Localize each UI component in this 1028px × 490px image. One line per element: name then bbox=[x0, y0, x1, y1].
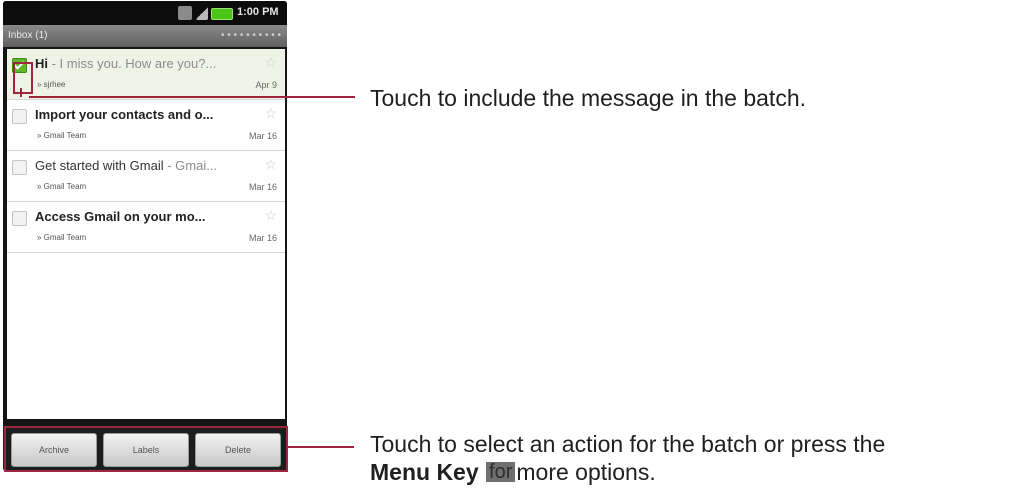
action-bar-annotation-line2: Menu Key for more options. bbox=[370, 459, 656, 486]
star-icon[interactable]: ☆ bbox=[264, 105, 277, 122]
checkbox-annotation: Touch to include the message in the batc… bbox=[370, 85, 807, 111]
signal-icon bbox=[196, 6, 208, 20]
message-subject: Get started with Gmail - Gmai... bbox=[35, 158, 255, 173]
action-bar-callout-line bbox=[286, 446, 354, 448]
checkbox-callout-box bbox=[13, 62, 33, 94]
checkbox-callout-stem bbox=[20, 88, 22, 97]
action-bar-callout-box bbox=[4, 426, 288, 472]
subject-text: Import your contacts and o... bbox=[35, 107, 214, 122]
star-icon[interactable]: ☆ bbox=[264, 207, 277, 224]
checkbox-callout-line bbox=[29, 96, 355, 98]
message-list: Hi - I miss you. How are you?... ☆ » sjr… bbox=[7, 49, 285, 419]
message-row-2[interactable]: Import your contacts and o... ☆ » Gmail … bbox=[7, 100, 285, 151]
message-row-1[interactable]: Hi - I miss you. How are you?... ☆ » sjr… bbox=[7, 49, 285, 100]
message-date: Mar 16 bbox=[248, 182, 277, 192]
more-options-text: more options. bbox=[516, 459, 656, 485]
message-sender: » sjrhee bbox=[37, 80, 66, 89]
message-date: Mar 16 bbox=[248, 131, 277, 141]
menu-key-icon: for bbox=[486, 462, 516, 482]
message-checkbox[interactable] bbox=[12, 109, 27, 124]
message-row-3[interactable]: Get started with Gmail - Gmai... ☆ » Gma… bbox=[7, 151, 285, 202]
subject-text: Get started with Gmail bbox=[35, 158, 164, 173]
notification-icon bbox=[178, 6, 192, 20]
status-bar: 1:00 PM bbox=[3, 1, 287, 25]
message-date: Mar 16 bbox=[248, 233, 277, 243]
subject-text: Access Gmail on your mo... bbox=[35, 209, 206, 224]
phone-screen: 1:00 PM Inbox (1) • • • • • • • • • • Hi… bbox=[3, 1, 287, 471]
battery-icon bbox=[211, 8, 233, 20]
message-checkbox[interactable] bbox=[12, 160, 27, 175]
menu-key-label: Menu Key bbox=[370, 459, 479, 485]
message-sender: » Gmail Team bbox=[37, 233, 87, 242]
message-subject: Access Gmail on your mo... bbox=[35, 209, 255, 224]
star-icon[interactable]: ☆ bbox=[264, 54, 277, 71]
star-icon[interactable]: ☆ bbox=[264, 156, 277, 173]
message-sender: » Gmail Team bbox=[37, 182, 87, 191]
snippet-text: - Gmai... bbox=[163, 158, 218, 173]
status-time: 1:00 PM bbox=[237, 6, 279, 18]
message-row-4[interactable]: Access Gmail on your mo... ☆ » Gmail Tea… bbox=[7, 202, 285, 253]
message-subject: Hi - I miss you. How are you?... bbox=[35, 56, 255, 71]
message-subject: Import your contacts and o... bbox=[35, 107, 255, 122]
account-name: • • • • • • • • • • bbox=[220, 30, 281, 41]
subject-text: Hi bbox=[35, 56, 48, 71]
message-date: Apr 9 bbox=[255, 80, 277, 90]
action-bar-annotation-line1: Touch to select an action for the batch … bbox=[370, 431, 886, 457]
inbox-title-bar: Inbox (1) • • • • • • • • • • bbox=[3, 25, 287, 47]
message-sender: » Gmail Team bbox=[37, 131, 87, 140]
snippet-text: - I miss you. How are you?... bbox=[48, 56, 217, 71]
inbox-title: Inbox (1) bbox=[8, 30, 48, 41]
message-checkbox[interactable] bbox=[12, 211, 27, 226]
